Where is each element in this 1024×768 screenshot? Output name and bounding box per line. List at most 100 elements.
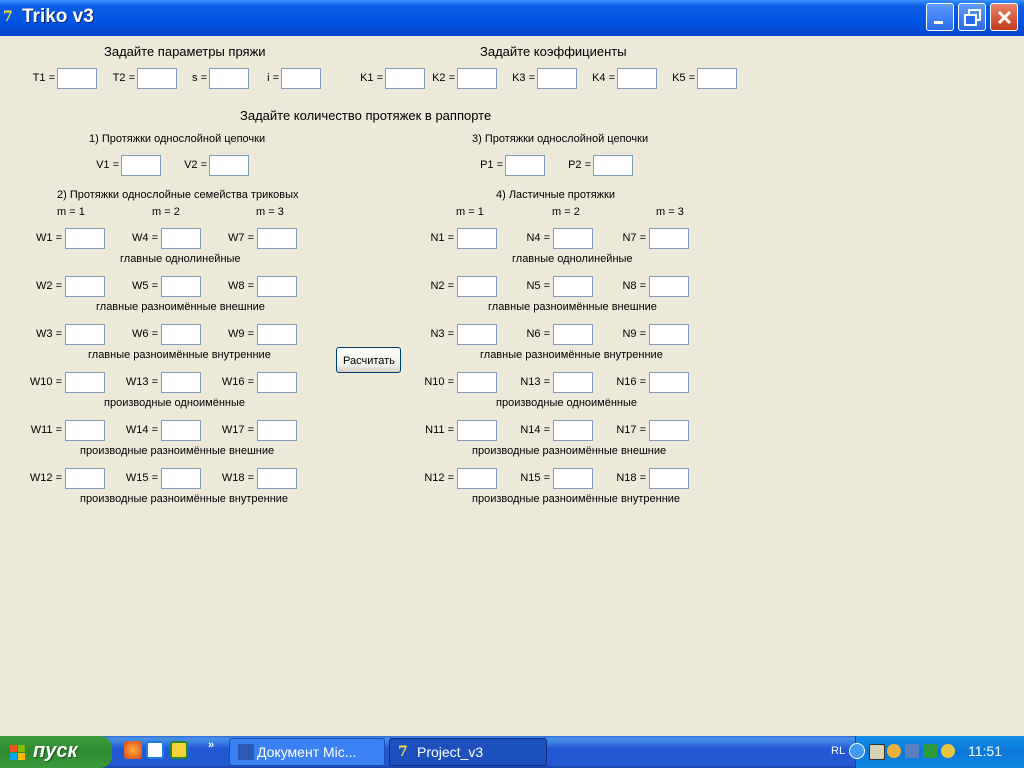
security-icon[interactable] xyxy=(923,744,937,758)
w-4-1-label: W14 = xyxy=(125,424,158,436)
task-label: Project_v3 xyxy=(417,744,484,760)
w-2-1-label: W6 = xyxy=(132,328,158,340)
v2-label: V2 = xyxy=(184,159,207,171)
n-1-2-input[interactable] xyxy=(649,276,689,297)
close-button[interactable] xyxy=(990,3,1018,31)
taskbar-task[interactable]: 7 Project_v3 xyxy=(389,738,547,766)
w-3-2-input[interactable] xyxy=(257,372,297,393)
w-1-2-label: W8 = xyxy=(228,280,254,292)
w-4-1-input[interactable] xyxy=(161,420,201,441)
n-5-2-input[interactable] xyxy=(649,468,689,489)
section-4-title: 4) Ластичные протяжки xyxy=(496,189,616,201)
n-3-2-input[interactable] xyxy=(649,372,689,393)
w-5-0-label: W12 = xyxy=(29,472,62,484)
yarn-0-input[interactable] xyxy=(57,68,97,89)
v1-input[interactable] xyxy=(121,155,161,176)
n-m-label: m = 3 xyxy=(656,206,684,218)
w-5-2-label: W18 = xyxy=(221,472,254,484)
start-button[interactable]: пуск xyxy=(0,736,112,768)
w-2-2-input[interactable] xyxy=(257,324,297,345)
p1-input[interactable] xyxy=(505,155,545,176)
taskbar-task[interactable]: Документ Mic... xyxy=(229,738,385,766)
delphi-icon: 7 xyxy=(3,9,13,25)
rapport-count-header: Задайте количество протяжек в раппорте xyxy=(240,108,492,123)
w-m-label: m = 1 xyxy=(57,206,85,218)
coef-4-input[interactable] xyxy=(617,68,657,89)
n-4-1-input[interactable] xyxy=(553,420,593,441)
n-3-0-input[interactable] xyxy=(457,372,497,393)
n-4-0-label: N11 = xyxy=(425,424,454,436)
n-3-1-input[interactable] xyxy=(553,372,593,393)
w-4-0-input[interactable] xyxy=(65,420,105,441)
w-0-2-input[interactable] xyxy=(257,228,297,249)
w-caption: производные одноимённые xyxy=(104,397,246,409)
w-2-0-input[interactable] xyxy=(65,324,105,345)
windows-logo-icon xyxy=(10,745,25,760)
n-1-0-input[interactable] xyxy=(457,276,497,297)
n-0-1-input[interactable] xyxy=(553,228,593,249)
n-0-0-input[interactable] xyxy=(457,228,497,249)
n-2-0-input[interactable] xyxy=(457,324,497,345)
w-2-1-input[interactable] xyxy=(161,324,201,345)
w-5-0-input[interactable] xyxy=(65,468,105,489)
n-5-0-input[interactable] xyxy=(457,468,497,489)
n-5-1-label: N15 = xyxy=(520,472,550,484)
quicklaunch-more-icon[interactable]: » xyxy=(208,739,214,751)
firefox-icon[interactable] xyxy=(124,741,142,759)
coef-4-label: K4 = xyxy=(592,72,615,84)
media-icon[interactable] xyxy=(170,741,188,759)
system-tray: 11:51 xyxy=(849,736,1024,768)
restore-button[interactable] xyxy=(958,3,986,31)
n-2-2-input[interactable] xyxy=(649,324,689,345)
p2-input[interactable] xyxy=(593,155,633,176)
title-bar[interactable]: 7 Triko v3 xyxy=(0,0,1024,36)
calculate-button[interactable]: Расчитать xyxy=(336,347,401,373)
n-5-1-input[interactable] xyxy=(553,468,593,489)
coef-5-input[interactable] xyxy=(697,68,737,89)
n-4-2-input[interactable] xyxy=(649,420,689,441)
clipboard-icon[interactable] xyxy=(869,744,885,760)
w-1-1-input[interactable] xyxy=(161,276,201,297)
display-icon[interactable] xyxy=(905,744,919,758)
n-4-1-label: N14 = xyxy=(520,424,550,436)
w-5-2-input[interactable] xyxy=(257,468,297,489)
yarn-2-input[interactable] xyxy=(209,68,249,89)
w-1-2-input[interactable] xyxy=(257,276,297,297)
w-3-2-label: W16 = xyxy=(221,376,254,388)
p1-label: P1 = xyxy=(480,159,503,171)
n-2-1-input[interactable] xyxy=(553,324,593,345)
w-0-0-label: W1 = xyxy=(36,232,62,244)
speaker-icon[interactable] xyxy=(941,744,955,758)
minimize-button[interactable] xyxy=(926,3,954,31)
w-4-0-label: W11 = xyxy=(30,424,62,436)
n-5-2-label: N18 = xyxy=(616,472,646,484)
coef-2-label: K2 = xyxy=(432,72,455,84)
v2-input[interactable] xyxy=(209,155,249,176)
n-caption: производные разноимённые внутренние xyxy=(472,493,681,505)
yarn-1-input[interactable] xyxy=(137,68,177,89)
n-3-0-label: N10 = xyxy=(424,376,454,388)
n-1-2-label: N8 = xyxy=(622,280,646,292)
n-1-1-input[interactable] xyxy=(553,276,593,297)
coef-1-input[interactable] xyxy=(385,68,425,89)
n-4-0-input[interactable] xyxy=(457,420,497,441)
n-0-2-input[interactable] xyxy=(649,228,689,249)
n-caption: производные разноимённые внешние xyxy=(472,445,667,457)
yarn-3-input[interactable] xyxy=(281,68,321,89)
w-1-0-input[interactable] xyxy=(65,276,105,297)
coef-2-input[interactable] xyxy=(457,68,497,89)
w-0-1-input[interactable] xyxy=(161,228,201,249)
yarn-1-label: T2 = xyxy=(112,72,135,84)
network-globe-icon[interactable] xyxy=(887,744,901,758)
browser-icon[interactable] xyxy=(146,741,164,759)
w-5-1-input[interactable] xyxy=(161,468,201,489)
w-0-0-input[interactable] xyxy=(65,228,105,249)
tray-expand-icon[interactable] xyxy=(849,743,865,759)
w-3-1-input[interactable] xyxy=(161,372,201,393)
w-4-2-input[interactable] xyxy=(257,420,297,441)
w-3-0-input[interactable] xyxy=(65,372,105,393)
language-indicator[interactable]: RL xyxy=(831,745,845,757)
coef-3-input[interactable] xyxy=(537,68,577,89)
n-2-1-label: N6 = xyxy=(526,328,550,340)
n-1-1-label: N5 = xyxy=(526,280,550,292)
